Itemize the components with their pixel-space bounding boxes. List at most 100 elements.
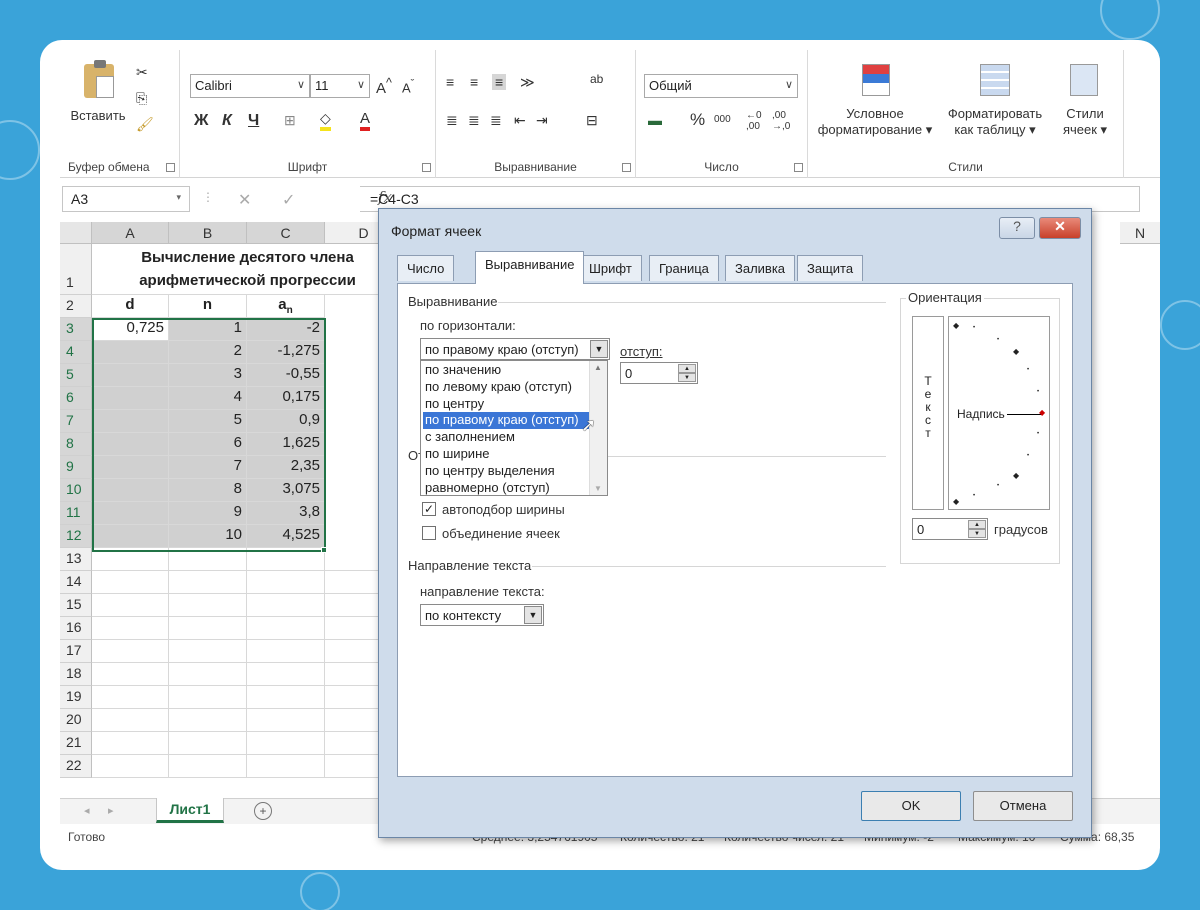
bold-button[interactable]: Ж xyxy=(194,112,208,130)
empty-cell[interactable] xyxy=(169,594,247,617)
align-left-icon[interactable]: ≣ xyxy=(446,112,458,129)
align-middle-icon[interactable]: ≡ xyxy=(470,74,478,90)
list-item[interactable]: по левому краю (отступ) xyxy=(423,379,589,396)
font-launcher[interactable] xyxy=(422,163,431,172)
align-center-icon[interactable]: ≣ xyxy=(468,112,480,129)
empty-cell[interactable] xyxy=(92,594,169,617)
row-header[interactable]: 19 xyxy=(60,686,92,709)
enter-icon[interactable]: ✓ xyxy=(282,190,295,210)
fill-handle[interactable] xyxy=(321,547,327,553)
indent-spinner[interactable]: 0 ▲ ▼ xyxy=(620,362,698,384)
empty-cell[interactable] xyxy=(92,663,169,686)
row-header[interactable]: 3 xyxy=(60,318,92,341)
scroll-right-icon[interactable]: ▸ xyxy=(108,804,114,817)
increase-indent-icon[interactable]: ⇥ xyxy=(536,112,548,129)
empty-cell[interactable] xyxy=(169,755,247,778)
decrease-indent-icon[interactable]: ⇤ xyxy=(514,112,526,129)
cut-icon[interactable]: ✂ xyxy=(136,64,148,81)
direction-select[interactable]: по контексту ▼ xyxy=(420,604,544,626)
horizontal-select[interactable]: по правому краю (отступ) ▼ xyxy=(420,338,610,360)
header-d-cell[interactable]: d xyxy=(92,295,169,318)
empty-cell[interactable] xyxy=(169,732,247,755)
number-launcher[interactable] xyxy=(794,163,803,172)
font-size-select[interactable]: 11 ∨ xyxy=(310,74,370,98)
shrink-font-icon[interactable]: Aˇ xyxy=(402,78,414,95)
empty-cell[interactable] xyxy=(169,571,247,594)
align-right-icon[interactable]: ≣ xyxy=(490,112,502,129)
align-top-icon[interactable]: ≡ xyxy=(446,74,454,90)
row-header[interactable]: 12 xyxy=(60,525,92,548)
empty-cell[interactable] xyxy=(247,732,325,755)
format-as-table-icon[interactable] xyxy=(980,64,1010,96)
empty-cell[interactable] xyxy=(247,709,325,732)
column-header-b[interactable]: B xyxy=(169,222,247,244)
increase-decimal-icon[interactable]: ←0,00 xyxy=(746,110,762,132)
row-header[interactable]: 9 xyxy=(60,456,92,479)
tab-fill[interactable]: Заливка xyxy=(725,255,796,281)
percent-button[interactable]: % xyxy=(690,110,705,130)
row-header[interactable]: 21 xyxy=(60,732,92,755)
close-button[interactable]: ✕ xyxy=(1039,217,1081,239)
spin-up-icon[interactable]: ▲ xyxy=(678,364,696,373)
column-header-n[interactable]: N xyxy=(1120,222,1160,244)
empty-cell[interactable] xyxy=(169,686,247,709)
empty-cell[interactable] xyxy=(92,732,169,755)
empty-cell[interactable] xyxy=(247,571,325,594)
conditional-format-button[interactable]: Условное форматирование ▾ xyxy=(810,106,940,139)
tab-number[interactable]: Число xyxy=(397,255,455,281)
row-header[interactable]: 11 xyxy=(60,502,92,525)
empty-cell[interactable] xyxy=(92,709,169,732)
clipboard-launcher[interactable] xyxy=(166,163,175,172)
list-item[interactable]: по правому краю (отступ) xyxy=(422,411,590,431)
italic-button[interactable]: К xyxy=(222,112,232,130)
cancel-icon[interactable]: ✕ xyxy=(238,190,251,210)
format-painter-icon[interactable]: 🖌 xyxy=(136,116,154,133)
orientation-icon[interactable]: ≫ xyxy=(520,74,535,91)
add-sheet-button[interactable]: + xyxy=(254,802,272,820)
merge-checkbox[interactable] xyxy=(422,526,436,540)
row-header[interactable]: 7 xyxy=(60,410,92,433)
empty-cell[interactable] xyxy=(92,617,169,640)
list-item[interactable]: с заполнением xyxy=(423,429,589,446)
empty-cell[interactable] xyxy=(247,617,325,640)
spin-down-icon[interactable]: ▼ xyxy=(678,373,696,382)
font-family-select[interactable]: Calibri ∨ xyxy=(190,74,310,98)
horizontal-options-list[interactable]: по значению по левому краю (отступ) по цен… xyxy=(420,360,608,496)
empty-cell[interactable] xyxy=(169,663,247,686)
empty-cell[interactable] xyxy=(92,755,169,778)
empty-cell[interactable] xyxy=(92,686,169,709)
header-n-cell[interactable]: n xyxy=(169,295,247,318)
conditional-format-icon[interactable] xyxy=(862,64,890,96)
underline-button[interactable]: Ч xyxy=(248,112,259,130)
row-header[interactable]: 15 xyxy=(60,594,92,617)
header-an-cell[interactable]: an xyxy=(247,295,325,318)
list-item[interactable]: равномерно (отступ) xyxy=(423,480,589,497)
row-header[interactable]: 13 xyxy=(60,548,92,571)
list-item[interactable]: по значению xyxy=(423,362,589,379)
empty-cell[interactable] xyxy=(247,640,325,663)
empty-cell[interactable] xyxy=(169,709,247,732)
alignment-launcher[interactable] xyxy=(622,163,631,172)
scroll-down-icon[interactable]: ▼ xyxy=(594,484,602,493)
empty-cell[interactable] xyxy=(247,663,325,686)
orientation-dial[interactable]: ◆ • • ◆ • • Надпись ◆ • • ◆ • • ◆ xyxy=(948,316,1050,510)
currency-icon[interactable]: ▬ xyxy=(648,112,662,128)
row-header[interactable]: 6 xyxy=(60,387,92,410)
tab-border[interactable]: Граница xyxy=(649,255,719,281)
paste-button[interactable]: Вставить xyxy=(70,108,126,124)
list-item[interactable]: по центру xyxy=(423,396,589,413)
row-header[interactable]: 5 xyxy=(60,364,92,387)
cell-styles-icon[interactable] xyxy=(1070,64,1098,96)
help-button[interactable]: ? xyxy=(999,217,1035,239)
grow-font-icon[interactable]: A^ xyxy=(376,76,392,97)
degrees-spinner[interactable]: 0 ▲ ▼ xyxy=(912,518,988,540)
row-header[interactable]: 17 xyxy=(60,640,92,663)
borders-icon[interactable]: ⊞ xyxy=(284,112,296,129)
sheet-tab-list1[interactable]: Лист1 xyxy=(156,798,224,823)
row-header[interactable]: 8 xyxy=(60,433,92,456)
number-format-select[interactable]: Общий ∨ xyxy=(644,74,798,98)
row-header[interactable]: 18 xyxy=(60,663,92,686)
row-header[interactable]: 10 xyxy=(60,479,92,502)
empty-cell[interactable] xyxy=(169,640,247,663)
align-bottom-icon[interactable]: ≡ xyxy=(492,74,507,90)
